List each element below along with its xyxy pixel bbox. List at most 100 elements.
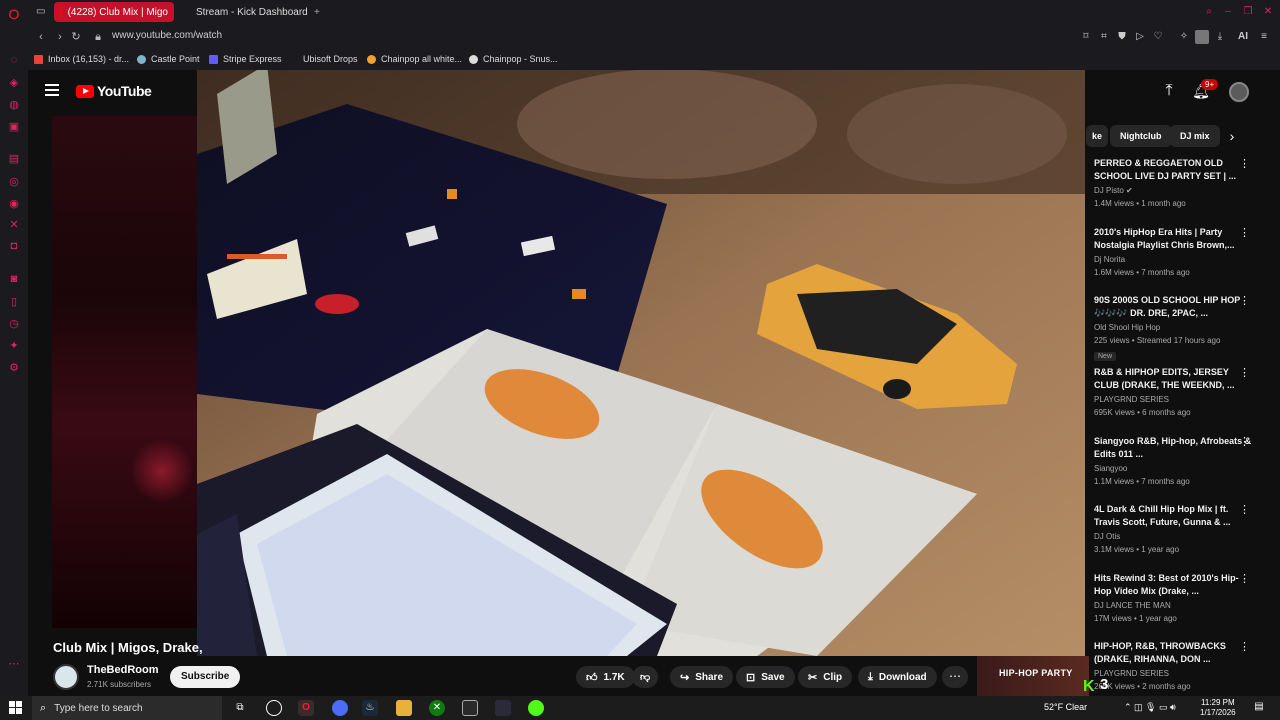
bookmark-castle-point[interactable]: Castle Point (137, 54, 200, 64)
youtube-logo[interactable]: YouTube (76, 83, 152, 99)
bookmark-chainpop-white[interactable]: Chainpop all white... (367, 54, 462, 64)
whatsapp-icon[interactable]: ◉ (6, 195, 22, 211)
upload-icon[interactable]: ⤒ (1160, 82, 1178, 100)
recommendation-channel[interactable]: Siangyoo (1094, 464, 1254, 473)
download-button[interactable]: ⤓ Download (858, 666, 937, 688)
recommendation-item[interactable]: R&B & HIPHOP EDITS, JERSEY CLUB (DRAKE, … (1094, 366, 1254, 417)
recommendation-channel[interactable]: PLAYGRND SERIES (1094, 395, 1254, 404)
history-icon[interactable]: ◷ (6, 315, 22, 331)
bookmarks-icon[interactable]: ▯ (6, 293, 22, 309)
url-field[interactable]: www.youtube.com/watch (112, 30, 222, 41)
recommendation-channel[interactable]: Dj Norita (1094, 255, 1254, 264)
background-video-player[interactable] (52, 116, 198, 628)
play-icon[interactable]: ▷ (1133, 30, 1147, 44)
spotify-taskbar-icon[interactable] (528, 700, 544, 716)
x-icon[interactable]: ✕ (6, 216, 22, 232)
main-video-frame[interactable] (197, 70, 1085, 656)
bookmark-chainpop-snus[interactable]: Chainpop - Snus... (469, 54, 558, 64)
xbox-icon[interactable]: ✕ (429, 700, 445, 716)
new-tab-button[interactable]: + (308, 2, 326, 22)
system-tray[interactable]: ⌃ ◫ 🎙︎ ▭ 🔊︎ (1124, 702, 1176, 713)
twitch-icon[interactable]: ▤ (6, 150, 22, 166)
recommendation-item[interactable]: Siangyoo R&B, Hip-hop, Afrobeats & Edits… (1094, 435, 1254, 486)
more-options-icon[interactable]: ⋮ (1239, 294, 1250, 308)
reload-icon[interactable]: ↻ (69, 30, 83, 44)
search-tabs-icon[interactable]: ⌕ (1203, 6, 1215, 18)
download-icon[interactable]: ⤓ (1213, 30, 1227, 44)
instagram-icon[interactable]: ◎ (6, 173, 22, 189)
windows-start-icon[interactable] (9, 701, 23, 715)
recommendation-channel[interactable]: DJ LANCE THE MAN (1094, 601, 1254, 610)
bookmark-gmail[interactable]: Inbox (16,153) - dr... (34, 54, 129, 64)
vpn-shield-icon[interactable]: ⛊ (1115, 30, 1129, 44)
recommendation-title[interactable]: Hits Rewind 3: Best of 2010's Hip-Hop Vi… (1094, 572, 1254, 598)
extensions-puzzle-icon[interactable]: ✧ (1177, 30, 1191, 44)
recommendation-title[interactable]: 90S 2000S OLD SCHOOL HIP HOP 🎶🎶🎶 DR. DRE… (1094, 294, 1254, 320)
close-icon[interactable]: ✕ (1262, 6, 1274, 18)
opera-logo-icon[interactable]: O (6, 6, 22, 22)
recommendation-title[interactable]: 4L Dark & Chill Hip Hop Mix | ft. Travis… (1094, 503, 1254, 529)
clip-button[interactable]: ✂ Clip (798, 666, 853, 688)
recommendation-item[interactable]: 4L Dark & Chill Hip Hop Mix | ft. Travis… (1094, 503, 1254, 554)
spotify-icon[interactable]: ◙ (6, 271, 22, 287)
more-options-icon[interactable]: ⋮ (1239, 435, 1250, 449)
profile-avatar[interactable] (1195, 30, 1209, 44)
media-player-icon[interactable] (462, 700, 478, 716)
back-icon[interactable]: ‹ (34, 30, 48, 44)
crypto-wallet-icon[interactable]: ◈ (6, 74, 22, 90)
recommendation-item[interactable]: 90S 2000S OLD SCHOOL HIP HOP 🎶🎶🎶 DR. DRE… (1094, 294, 1254, 363)
notification-center-icon[interactable]: ▤ (1252, 701, 1266, 715)
bookmark-stripe-express[interactable]: Stripe Express (209, 54, 282, 64)
chevron-right-icon[interactable]: › (1224, 127, 1240, 145)
recommendation-item[interactable]: HIP-HOP, R&B, THROWBACKS (DRAKE, RIHANNA… (1094, 640, 1254, 691)
clock[interactable]: 11:29 PM 1/17/2026 (1200, 698, 1236, 718)
workspaces-icon[interactable]: ▭ (36, 6, 48, 18)
dislike-button[interactable]: 👎︎ (632, 666, 659, 688)
recommendation-item[interactable]: Hits Rewind 3: Best of 2010's Hip-Hop Vi… (1094, 572, 1254, 623)
discord-icon[interactable]: ◘ (6, 238, 22, 254)
like-button[interactable]: 👍︎ 1.7K (576, 666, 635, 688)
more-options-icon[interactable]: ⋮ (1239, 157, 1250, 171)
settings-icon[interactable]: ⚙ (6, 359, 22, 375)
chip-nightclub[interactable]: Nightclub (1110, 125, 1172, 147)
more-options-icon[interactable]: ⋮ (1239, 503, 1250, 517)
aria-icon[interactable]: ◌ (6, 52, 22, 68)
recommendation-channel[interactable]: DJ Pisto (1094, 186, 1124, 195)
weather-widget[interactable]: 52°F Clear (1044, 702, 1087, 712)
menu-icon[interactable]: ≡ (1257, 30, 1271, 44)
recommendation-title[interactable]: R&B & HIPHOP EDITS, JERSEY CLUB (DRAKE, … (1094, 366, 1254, 392)
taskbar-search[interactable]: ⌕ Type here to search (32, 696, 222, 720)
recommendation-title[interactable]: HIP-HOP, R&B, THROWBACKS (DRAKE, RIHANNA… (1094, 640, 1254, 666)
minimize-icon[interactable]: – (1222, 6, 1234, 18)
recommendation-channel[interactable]: PLAYGRND SERIES (1094, 669, 1254, 678)
channel-name[interactable]: TheBedRoom (87, 664, 159, 676)
snapshot-icon[interactable]: ⌗ (1097, 30, 1111, 44)
chip-partial[interactable]: ke (1086, 125, 1109, 147)
channel-avatar[interactable] (53, 664, 79, 690)
recommendation-title[interactable]: Siangyoo R&B, Hip-hop, Afrobeats & Edits… (1094, 435, 1254, 461)
ai-button[interactable]: AI (1231, 30, 1255, 44)
extensions-icon[interactable]: ✦ (6, 337, 22, 353)
tab-kick-dashboard[interactable]: Stream - Kick Dashboard (184, 2, 308, 22)
opera-gx-icon[interactable]: O (298, 700, 314, 716)
more-options-icon[interactable]: ⋮ (1239, 366, 1250, 380)
subscribe-button[interactable]: Subscribe (170, 666, 241, 688)
forward-icon[interactable]: › (53, 30, 67, 44)
bookmark-ubisoft-drops[interactable]: Ubisoft Drops (303, 54, 358, 64)
maximize-icon[interactable]: ❐ (1242, 6, 1254, 18)
chip-dj-mix[interactable]: DJ mix (1170, 125, 1220, 147)
chrome-icon[interactable] (332, 700, 348, 716)
recommendation-item[interactable]: PERREO & REGGAETON OLD SCHOOL LIVE DJ PA… (1094, 157, 1254, 208)
heart-icon[interactable]: ♡ (1151, 30, 1165, 44)
steam-icon[interactable]: ♨ (362, 700, 378, 716)
player-icon[interactable]: ▣ (6, 118, 22, 134)
recommendation-title[interactable]: PERREO & REGGAETON OLD SCHOOL LIVE DJ PA… (1094, 157, 1254, 183)
recommendation-channel[interactable]: DJ Otis (1094, 532, 1254, 541)
more-actions-icon[interactable]: ⋯ (942, 666, 968, 688)
sidebar-more-icon[interactable]: ⋯ (6, 655, 22, 671)
chatgpt-icon[interactable] (266, 700, 282, 716)
app-icon[interactable] (495, 700, 511, 716)
file-explorer-icon[interactable] (396, 700, 412, 716)
task-view-icon[interactable]: ⧉ (232, 700, 248, 716)
messenger-icon[interactable]: ◍ (6, 96, 22, 112)
